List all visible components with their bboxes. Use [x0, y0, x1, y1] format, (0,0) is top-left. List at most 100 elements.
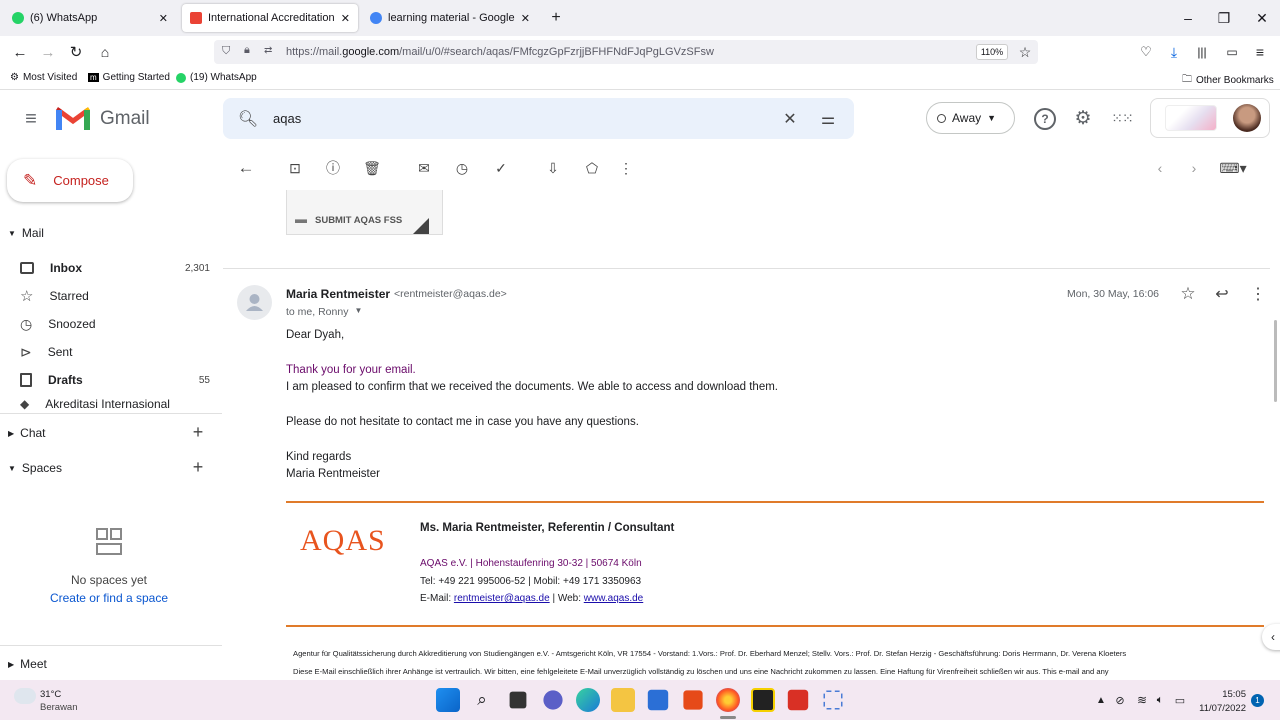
avatar[interactable]	[1233, 104, 1261, 132]
archive-icon[interactable]: ⊡	[285, 158, 305, 178]
wps-icon[interactable]	[787, 689, 809, 711]
chat-app-icon[interactable]	[543, 690, 563, 710]
sidebar-icon[interactable]: ▭	[1222, 42, 1242, 62]
attachment-card[interactable]: ▬ SUBMIT AQAS FSS	[286, 190, 443, 235]
tab-google-search[interactable]: learning material - Google Search ✕	[362, 4, 538, 32]
office-icon[interactable]	[683, 690, 703, 710]
weather-temp[interactable]: 31°C	[40, 689, 61, 700]
tab-gmail[interactable]: International Accreditation Club ✕	[182, 4, 358, 32]
sidebar-item-akreditasi[interactable]: ◆ Akreditasi Internasional	[20, 394, 210, 414]
report-spam-icon[interactable]: ⓘ	[323, 158, 343, 178]
recipients-toggle[interactable]: to me, Ronny ▼	[286, 306, 362, 318]
minimize-button[interactable]: –	[1170, 0, 1206, 36]
reload-icon[interactable]: ↻	[66, 42, 86, 62]
pocket-icon[interactable]: ♡	[1136, 42, 1156, 62]
more-options-icon[interactable]: ⋮	[616, 158, 636, 178]
edge-icon[interactable]	[576, 688, 600, 712]
back-icon[interactable]: ←	[10, 42, 30, 62]
store-icon[interactable]	[647, 689, 669, 711]
notification-badge[interactable]: 1	[1251, 694, 1264, 707]
sender-name[interactable]: Maria Rentmeister	[286, 287, 390, 301]
meet-section-header[interactable]: ▶ Meet	[8, 657, 47, 671]
close-window-button[interactable]: ✕	[1244, 0, 1280, 36]
new-tab-button[interactable]: +	[546, 8, 566, 28]
library-icon[interactable]: |||	[1192, 42, 1212, 62]
input-tools-icon[interactable]: ⌨▾	[1216, 158, 1250, 178]
star-icon[interactable]: ☆	[1178, 284, 1198, 304]
zoom-indicator[interactable]: 110%	[976, 44, 1008, 60]
clear-search-icon[interactable]: ✕	[779, 108, 801, 130]
snooze-icon[interactable]: ◷	[452, 158, 472, 178]
sidebar-item-starred[interactable]: ☆ Starred	[20, 282, 210, 310]
account-area[interactable]	[1150, 98, 1270, 138]
search-icon[interactable]: 🔍︎	[237, 108, 259, 130]
start-icon[interactable]	[436, 688, 460, 712]
search-taskbar-icon[interactable]: ⌕	[470, 688, 494, 712]
status-dropdown[interactable]: Away ▼	[926, 102, 1015, 134]
battery-icon[interactable]: ▭	[1172, 692, 1188, 708]
search-options-icon[interactable]: ⚌	[817, 108, 839, 130]
tab-whatsapp[interactable]: (6) WhatsApp ✕	[4, 4, 176, 32]
bookmark-star-icon[interactable]: ☆	[1016, 43, 1034, 61]
firefox-taskbar-icon[interactable]	[716, 688, 740, 712]
mark-unread-icon[interactable]: ✉	[414, 158, 434, 178]
search-input[interactable]: aqas	[273, 111, 301, 126]
maximize-button[interactable]: ❐	[1206, 0, 1242, 36]
sidebar-item-inbox[interactable]: Inbox 2,301	[20, 254, 210, 282]
close-tab-icon[interactable]: ✕	[341, 12, 350, 25]
spaces-section-header[interactable]: ▼ Spaces	[8, 461, 62, 475]
close-tab-icon[interactable]: ✕	[521, 12, 530, 25]
sidebar-item-snoozed[interactable]: ◷ Snoozed	[20, 310, 210, 338]
move-to-icon[interactable]: ⇩	[543, 158, 563, 178]
help-icon[interactable]: ?	[1034, 108, 1056, 130]
downloads-icon[interactable]: ⤓	[1164, 42, 1184, 62]
label-icon[interactable]: ⬠	[582, 158, 602, 178]
clock-date[interactable]: 11/07/2022	[1190, 703, 1246, 714]
reply-icon[interactable]: ↩	[1212, 284, 1232, 304]
permissions-icon[interactable]: ⇄	[264, 45, 272, 56]
more-message-options-icon[interactable]: ⋮	[1248, 284, 1268, 304]
scrollbar-thumb[interactable]	[1274, 320, 1277, 402]
sidebar-item-sent[interactable]: ⊳ Sent	[20, 338, 210, 366]
home-icon[interactable]: ⌂	[95, 42, 115, 62]
task-view-icon[interactable]	[509, 691, 527, 709]
clock-time[interactable]: 15:05	[1200, 689, 1246, 700]
apps-grid-icon[interactable]: ⁙⁙	[1111, 108, 1133, 128]
menu-icon[interactable]: ≡	[1250, 42, 1270, 62]
create-space-link[interactable]: Create or find a space	[0, 591, 218, 605]
search-bar[interactable]: 🔍︎ aqas ✕ ⚌	[223, 98, 854, 139]
add-task-icon[interactable]: ✓	[491, 158, 511, 178]
close-tab-icon[interactable]: ✕	[159, 12, 168, 25]
snipping-tool-icon[interactable]	[823, 690, 843, 710]
url-bar[interactable]: ⛉ 🔒︎ ⇄ https://mail. google.com/mail/u/0/…	[214, 40, 1038, 64]
shield-icon[interactable]: ⛉	[222, 45, 230, 58]
bookmark-getting-started[interactable]: m Getting Started	[88, 72, 170, 83]
delete-icon[interactable]: 🗑︎	[362, 158, 382, 178]
main-menu-icon[interactable]: ≡	[20, 108, 42, 130]
sticky-app-icon[interactable]	[751, 688, 775, 712]
wifi-icon[interactable]: ≋	[1134, 692, 1150, 708]
cloud-icon[interactable]	[14, 688, 36, 704]
show-hidden-icons[interactable]: ▲	[1094, 692, 1108, 708]
back-to-search-icon[interactable]: ←	[236, 158, 256, 178]
compose-button[interactable]: ✎ Compose	[7, 159, 133, 202]
bookmark-most-visited[interactable]: ⚙ Most Visited	[10, 72, 77, 83]
older-icon[interactable]: ›	[1184, 158, 1204, 178]
chat-section-header[interactable]: ▶ Chat	[8, 426, 46, 440]
newer-icon[interactable]: ‹	[1150, 158, 1170, 178]
add-space-icon[interactable]: +	[188, 457, 208, 477]
settings-gear-icon[interactable]: ⚙	[1072, 107, 1094, 129]
other-bookmarks[interactable]: 🗀 Other Bookmarks	[1182, 72, 1274, 89]
signature-web-link[interactable]: www.aqas.de	[584, 593, 643, 604]
mail-section-header[interactable]: ▼ Mail	[8, 226, 44, 240]
bookmark-whatsapp[interactable]: (19) WhatsApp	[176, 72, 257, 83]
volume-icon[interactable]: 🔈︎	[1152, 692, 1168, 708]
lock-icon[interactable]: 🔒︎	[244, 44, 250, 57]
file-explorer-icon[interactable]	[611, 688, 635, 712]
sidebar-item-drafts[interactable]: Drafts 55	[20, 366, 210, 394]
signature-email-link[interactable]: rentmeister@aqas.de	[454, 593, 550, 604]
forward-icon[interactable]: →	[38, 42, 58, 62]
sender-avatar[interactable]	[237, 285, 272, 320]
add-chat-icon[interactable]: +	[188, 422, 208, 442]
network-status-icon[interactable]: ⊘	[1112, 692, 1128, 708]
